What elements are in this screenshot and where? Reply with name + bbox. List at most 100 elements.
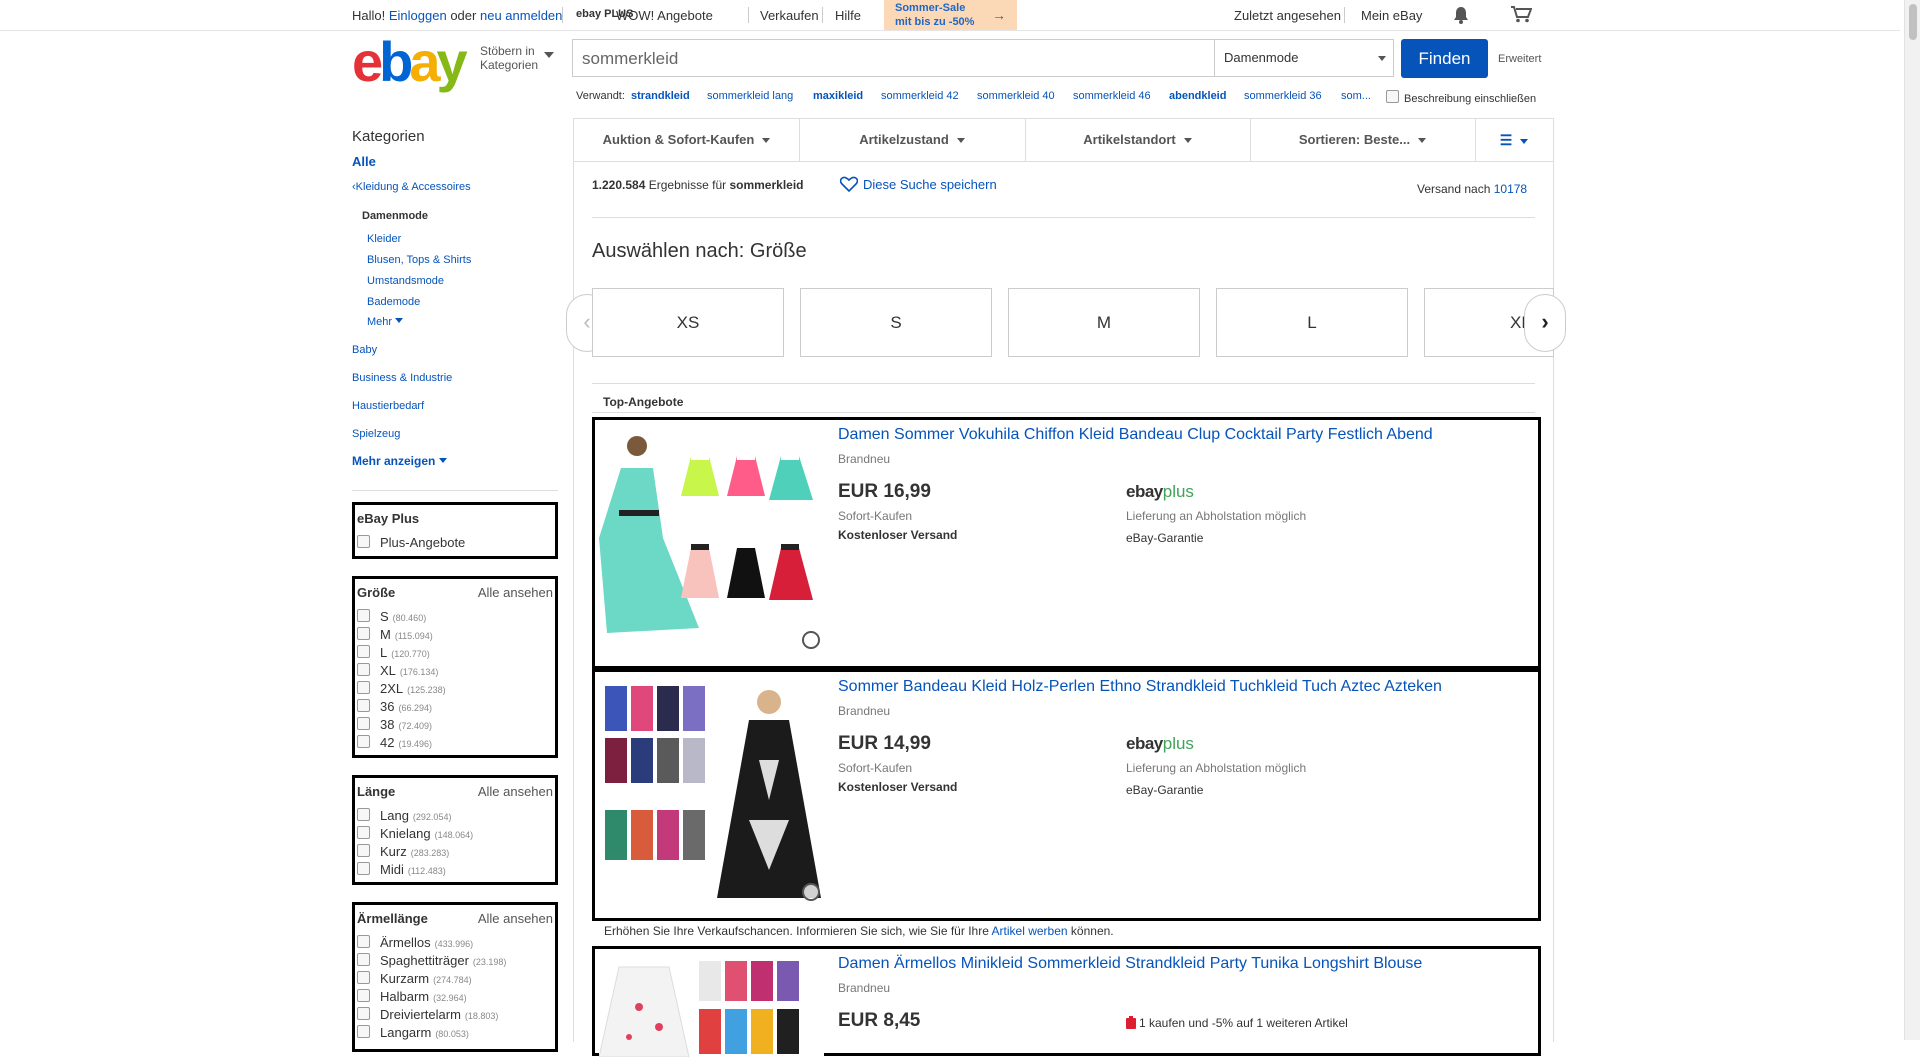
size-tile[interactable]: XS [592, 288, 784, 357]
filter-option[interactable]: 36 (66.294) [357, 699, 432, 714]
subcategory-link[interactable]: Umstandsmode [367, 275, 444, 287]
related-link[interactable]: sommerkleid 46 [1073, 90, 1151, 102]
my-ebay-link[interactable]: Mein eBay [1361, 8, 1422, 23]
see-all-link[interactable]: Alle ansehen [478, 585, 553, 600]
wow-deals-link[interactable]: WOW! Angebote [616, 8, 713, 23]
checkbox[interactable] [357, 808, 370, 821]
location-filter-button[interactable]: Artikelstandort [1025, 119, 1251, 161]
listing-image[interactable] [599, 428, 824, 653]
checkbox[interactable] [357, 645, 370, 658]
checkbox[interactable] [357, 826, 370, 839]
condition-filter-button[interactable]: Artikelzustand [799, 119, 1026, 161]
listing-title-link[interactable]: Damen Ärmellos Minikleid Sommerkleid Str… [838, 955, 1422, 973]
filter-option[interactable]: 38 (72.409) [357, 717, 432, 732]
ship-to-zip-link[interactable]: 10178 [1494, 182, 1527, 196]
filter-option[interactable]: Knielang (148.064) [357, 826, 473, 841]
advanced-search-link[interactable]: Erweitert [1498, 53, 1541, 65]
page-scrollbar[interactable] [1904, 0, 1920, 1040]
login-link[interactable]: Einloggen [389, 8, 447, 23]
filter-option[interactable]: M (115.094) [357, 627, 433, 642]
subcategory-link[interactable]: Kleider [367, 233, 401, 245]
listing-image[interactable] [599, 957, 824, 1057]
related-link[interactable]: strandkleid [631, 90, 690, 102]
related-link[interactable]: sommerkleid lang [707, 90, 793, 102]
checkbox[interactable] [357, 971, 370, 984]
checkbox[interactable] [357, 663, 370, 676]
subcategory-link[interactable]: Blusen, Tops & Shirts [367, 254, 471, 266]
size-tile[interactable]: L [1216, 288, 1408, 357]
subcategory-more-link[interactable]: Mehr [367, 316, 404, 328]
category-all[interactable]: Alle [352, 154, 376, 169]
related-link[interactable]: maxikleid [813, 90, 863, 102]
listing-title-link[interactable]: Sommer Bandeau Kleid Holz-Perlen Ethno S… [838, 678, 1442, 696]
filter-option[interactable]: Lang (292.054) [357, 808, 451, 823]
view-toggle-button[interactable]: ☰ [1475, 119, 1553, 161]
checkbox[interactable] [357, 1007, 370, 1020]
checkbox[interactable] [357, 953, 370, 966]
filter-option[interactable]: 2XL (125.238) [357, 681, 446, 696]
listing-title-link[interactable]: Damen Sommer Vokuhila Chiffon Kleid Band… [838, 426, 1433, 444]
find-button[interactable]: Finden [1401, 39, 1488, 78]
filter-option[interactable]: L (120.770) [357, 645, 430, 660]
cart-icon[interactable] [1510, 5, 1532, 23]
category-select[interactable]: Damenmode [1214, 40, 1395, 76]
format-filter-button[interactable]: Auktion & Sofort-Kaufen [574, 119, 800, 161]
search-input[interactable] [573, 40, 1224, 78]
category-link[interactable]: Baby [352, 344, 377, 356]
category-link[interactable]: Haustierbedarf [352, 400, 424, 412]
category-link[interactable]: Business & Industrie [352, 372, 452, 384]
category-parent-link[interactable]: ‹Kleidung & Accessoires [352, 181, 471, 193]
related-link[interactable]: sommerkleid 36 [1244, 90, 1322, 102]
checkbox[interactable] [357, 844, 370, 857]
filter-option[interactable]: 42 (19.496) [357, 735, 432, 750]
checkbox[interactable] [357, 627, 370, 640]
register-link[interactable]: neu anmelden [480, 8, 562, 23]
browse-categories-button[interactable]: Stöbern in Kategorien [480, 44, 554, 72]
filter-option[interactable]: Ärmellos (433.996) [357, 935, 473, 950]
size-tile[interactable]: S [800, 288, 992, 357]
checkbox[interactable] [357, 717, 370, 730]
show-more-categories-link[interactable]: Mehr anzeigen [352, 454, 447, 468]
ebay-logo[interactable]: ebay [352, 34, 468, 90]
related-link[interactable]: sommerkleid 40 [977, 90, 1055, 102]
checkbox[interactable] [357, 1025, 370, 1038]
promote-items-link[interactable]: Artikel werben [992, 924, 1068, 938]
scrollbar-thumb[interactable] [1909, 4, 1917, 40]
summer-sale-banner[interactable]: Sommer-Sale mit bis zu -50% → [884, 0, 1017, 30]
category-link[interactable]: Spielzeug [352, 428, 400, 440]
zoom-icon[interactable] [802, 631, 820, 649]
filter-option[interactable]: Kurzarm (274.784) [357, 971, 472, 986]
sort-button[interactable]: Sortieren: Beste... [1250, 119, 1476, 161]
related-link[interactable]: abendkleid [1169, 90, 1226, 102]
filter-option[interactable]: Dreiviertelarm (18.803) [357, 1007, 498, 1022]
carousel-next-button[interactable]: › [1524, 294, 1566, 352]
filter-option[interactable]: Plus-Angebote [357, 535, 465, 550]
checkbox[interactable] [357, 735, 370, 748]
size-tile[interactable]: M [1008, 288, 1200, 357]
include-description-checkbox[interactable]: Beschreibung einschließen [1386, 90, 1536, 105]
filter-option[interactable]: Kurz (283.283) [357, 844, 449, 859]
see-all-link[interactable]: Alle ansehen [478, 911, 553, 926]
checkbox[interactable] [357, 989, 370, 1002]
filter-option[interactable]: XL (176.134) [357, 663, 438, 678]
related-link[interactable]: som... [1341, 90, 1371, 102]
filter-option[interactable]: Halbarm (32.964) [357, 989, 467, 1004]
zoom-icon[interactable] [802, 883, 820, 901]
recently-viewed-link[interactable]: Zuletzt angesehen [1234, 8, 1341, 23]
related-link[interactable]: sommerkleid 42 [881, 90, 959, 102]
help-link[interactable]: Hilfe [835, 8, 861, 23]
checkbox[interactable] [357, 935, 370, 948]
sell-link[interactable]: Verkaufen [760, 8, 819, 23]
checkbox[interactable] [1386, 90, 1399, 103]
checkbox[interactable] [357, 699, 370, 712]
checkbox[interactable] [357, 535, 370, 548]
filter-option[interactable]: Langarm (80.053) [357, 1025, 469, 1040]
filter-option[interactable]: Midi (112.483) [357, 862, 446, 877]
checkbox[interactable] [357, 862, 370, 875]
listing-image[interactable] [599, 680, 824, 905]
see-all-link[interactable]: Alle ansehen [478, 784, 553, 799]
checkbox[interactable] [357, 681, 370, 694]
save-search-link[interactable]: Diese Suche speichern [839, 176, 997, 193]
subcategory-link[interactable]: Bademode [367, 296, 420, 308]
checkbox[interactable] [357, 609, 370, 622]
